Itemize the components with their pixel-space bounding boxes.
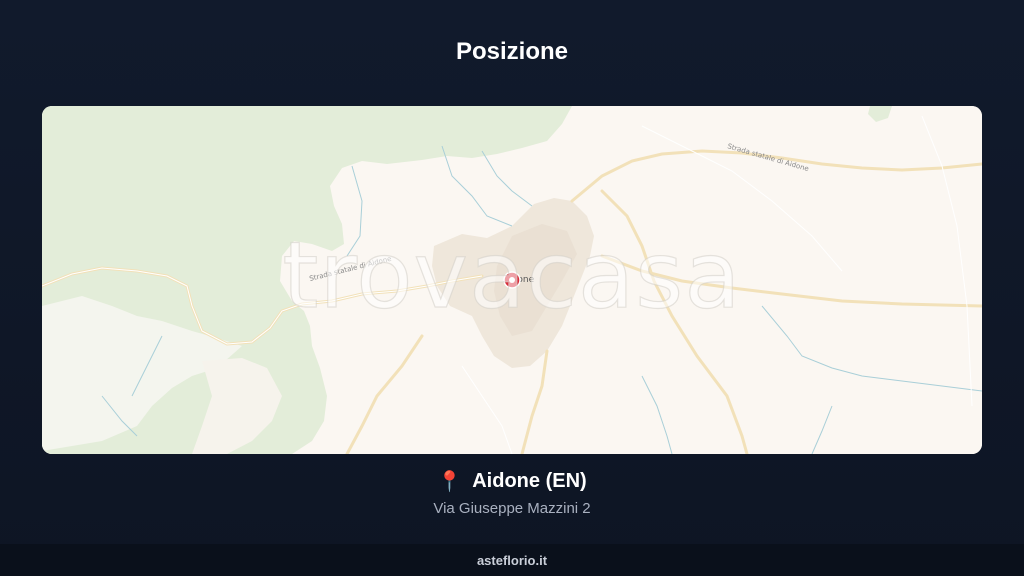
location-header: 📍 Aidone (EN): [0, 470, 1024, 493]
page-title: Posizione: [455, 38, 569, 65]
location-name: Aidone (EN): [472, 470, 587, 492]
map-pin-icon: 📍: [437, 470, 463, 493]
footer: asteflorio.it: [0, 544, 1024, 576]
map-canvas: Strada statale di Aidone Strada statale …: [42, 106, 982, 454]
map-view[interactable]: Strada statale di Aidone Strada statale …: [42, 106, 982, 454]
footer-site[interactable]: asteflorio.it: [477, 553, 547, 568]
location-address: Via Giuseppe Mazzini 2: [433, 500, 591, 517]
map-pin-icon[interactable]: [503, 271, 521, 289]
